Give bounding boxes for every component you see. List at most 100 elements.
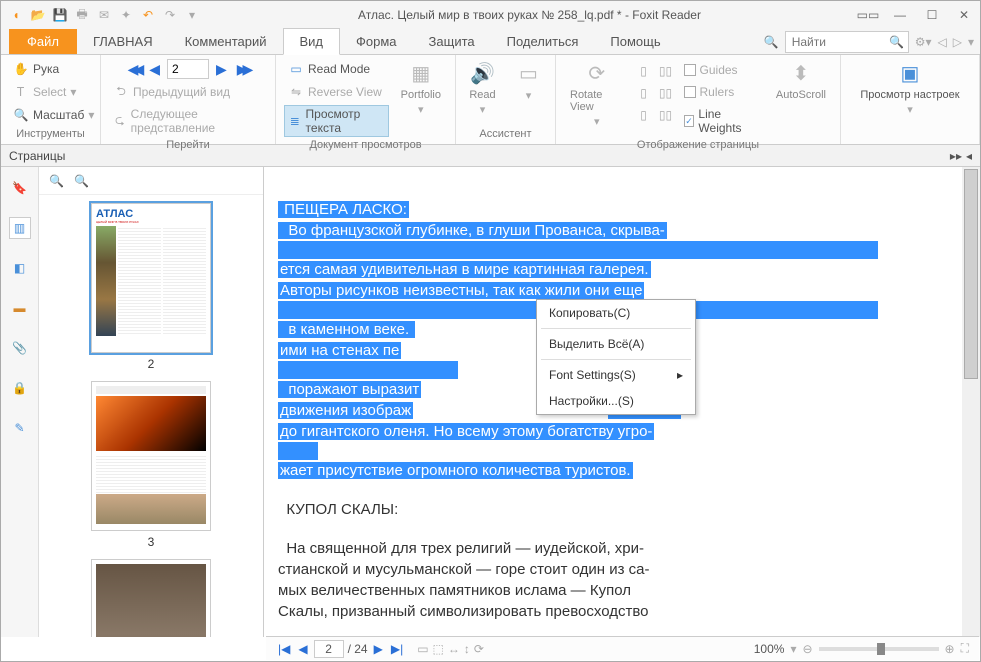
signatures-tab[interactable]: ✎ [9, 417, 31, 439]
sb-fullscreen-icon[interactable]: ⛶ [961, 641, 969, 656]
sb-zoom-in[interactable]: ⊕ [945, 642, 955, 656]
layout3-icon[interactable]: ▯ [636, 107, 652, 123]
nav-more-icon[interactable]: ▾ [968, 35, 974, 49]
first-page-button[interactable]: ◀◀ [125, 61, 143, 78]
tab-comment[interactable]: Комментарий [169, 29, 283, 54]
sb-page-input[interactable]: 2 [314, 640, 344, 658]
thumbnail-page-2[interactable]: АТЛАС ЦЕЛЫЙ МИР В ТВОИХ РУКАХ [91, 203, 211, 353]
scrollbar-thumb[interactable] [964, 169, 978, 379]
paperclip-icon: 📎 [12, 341, 27, 355]
sb-layout4-icon[interactable]: ↕ [464, 642, 470, 656]
ctx-settings[interactable]: Настройки...(S) [537, 388, 695, 414]
open-icon[interactable]: 📂 [29, 6, 47, 24]
lineweights-toggle[interactable]: ✓Line Weights [680, 105, 764, 137]
qat-dropdown-icon[interactable]: ▾ [183, 6, 201, 24]
window-title: Атлас. Целый мир в твоих руках № 258_lq.… [201, 8, 858, 22]
layout2-icon[interactable]: ▯ [636, 85, 652, 101]
nav-fwd-icon[interactable]: ▷ [953, 35, 962, 49]
page-number-input[interactable] [167, 59, 209, 79]
search-box[interactable]: 🔍 [785, 31, 909, 53]
ctx-font-settings[interactable]: Font Settings(S)▸ [537, 362, 695, 388]
tab-help[interactable]: Помощь [594, 29, 676, 54]
search-icon[interactable]: 🔍 [886, 35, 908, 49]
bookmark-icon: 🔖 [12, 181, 27, 195]
assist-extra-button[interactable]: ▭▾ [509, 59, 549, 102]
prev-page-button[interactable]: ◀ [146, 61, 163, 78]
layout4-icon[interactable]: ▯▯ [658, 63, 674, 79]
tab-form[interactable]: Форма [340, 29, 413, 54]
pages-icon: ▥ [14, 221, 25, 235]
layout5-icon[interactable]: ▯▯ [658, 85, 674, 101]
layout6-icon[interactable]: ▯▯ [658, 107, 674, 123]
nav-back-icon[interactable]: ◁ [938, 35, 947, 49]
ribbon-toggle-icon[interactable]: ▭▭ [858, 8, 878, 22]
panel-collapse-icon[interactable]: ▸▸ [950, 149, 962, 163]
reverse-view-button[interactable]: ⇋Reverse View [284, 82, 389, 102]
mail-icon[interactable]: ✉ [95, 6, 113, 24]
attachments-tab[interactable]: 📎 [9, 337, 31, 359]
tab-share[interactable]: Поделиться [491, 29, 595, 54]
sb-next-page[interactable]: ▶ [372, 642, 385, 656]
security-tab[interactable]: 🔒 [9, 377, 31, 399]
rulers-toggle[interactable]: Rulers [680, 83, 764, 101]
search-input[interactable] [786, 35, 886, 49]
bookmarks-tab[interactable]: 🔖 [9, 177, 31, 199]
select-tool[interactable]: ᎢSelect▾ [9, 82, 98, 102]
close-button[interactable]: ✕ [954, 8, 974, 22]
sb-first-page[interactable]: |◀ [276, 642, 292, 656]
guides-toggle[interactable]: Guides [680, 61, 764, 79]
reverse-icon: ⇋ [288, 84, 304, 100]
portfolio-button[interactable]: ▦ Portfolio▾ [395, 59, 447, 116]
file-tab[interactable]: Файл [9, 29, 77, 54]
read-aloud-button[interactable]: 🔊Read▾ [463, 59, 503, 116]
sb-layout1-icon[interactable]: ▭ [417, 642, 428, 656]
thumb-zoom-out-icon[interactable]: 🔍 [74, 174, 89, 188]
read-mode-button[interactable]: ▭Read Mode [284, 59, 389, 79]
thumbnails-scroll[interactable]: АТЛАС ЦЕЛЫЙ МИР В ТВОИХ РУКАХ 2 3 [39, 195, 263, 637]
next-page-button[interactable]: ▶ [213, 61, 230, 78]
sb-zoom-dropdown[interactable]: ▾ [790, 642, 796, 656]
sb-prev-page[interactable]: ◀ [296, 642, 309, 656]
autoscroll-button[interactable]: ⬍AutoScroll [770, 59, 832, 101]
tab-protect[interactable]: Защита [413, 29, 491, 54]
slider-knob[interactable] [877, 643, 885, 655]
folder-search-icon[interactable]: 🔍 [764, 35, 779, 49]
rotate-icon: ⟳ [583, 59, 611, 87]
print-icon[interactable]: 🖶 [73, 6, 91, 24]
layers-tab[interactable]: ◧ [9, 257, 31, 279]
thumbnail-page-3[interactable] [91, 381, 211, 531]
text-view-button[interactable]: ≣Просмотр текста [284, 105, 389, 137]
panel-menu-icon[interactable]: ◂ [966, 149, 972, 163]
layout1-icon[interactable]: ▯ [636, 63, 652, 79]
tab-view[interactable]: Вид [283, 28, 341, 55]
gear-icon[interactable]: ⚙▾ [915, 35, 932, 49]
minimize-button[interactable]: — [890, 8, 910, 22]
pages-panel-title: Страницы [9, 149, 65, 163]
sb-zoom-out[interactable]: ⊖ [802, 642, 812, 656]
thumbnail-page-4[interactable] [91, 559, 211, 637]
thumb-zoom-in-icon[interactable]: 🔍 [49, 174, 64, 188]
last-page-button[interactable]: ▶▶ [234, 61, 252, 78]
view-settings-button[interactable]: ▣Просмотр настроек▾ [854, 59, 965, 116]
vertical-scrollbar[interactable] [962, 167, 980, 637]
comments-tab[interactable]: ▬ [9, 297, 31, 319]
prev-view-button[interactable]: ⮌Предыдущий вид [109, 82, 267, 102]
ctx-copy[interactable]: Копировать(C) [537, 300, 695, 326]
pages-tab[interactable]: ▥ [9, 217, 31, 239]
sb-last-page[interactable]: ▶| [389, 642, 405, 656]
sparkle-icon[interactable]: ✦ [117, 6, 135, 24]
undo-icon[interactable]: ↶ [139, 6, 157, 24]
tab-home[interactable]: ГЛАВНАЯ [77, 29, 169, 54]
hand-tool[interactable]: ✋Рука [9, 59, 98, 79]
sb-layout5-icon[interactable]: ⟳ [474, 642, 484, 656]
rotate-view-button[interactable]: ⟳Rotate View▾ [564, 59, 630, 128]
sb-layout3-icon[interactable]: ↔ [448, 642, 460, 656]
save-icon[interactable]: 💾 [51, 6, 69, 24]
sb-layout2-icon[interactable]: ⬚ [433, 642, 444, 656]
zoom-tool[interactable]: 🔍Масштаб▾ [9, 105, 98, 125]
redo-icon[interactable]: ↷ [161, 6, 179, 24]
ctx-select-all[interactable]: Выделить Всё(A) [537, 331, 695, 357]
next-view-button[interactable]: ⮎Следующее представление [109, 105, 267, 137]
maximize-button[interactable]: ☐ [922, 8, 942, 22]
sb-zoom-slider[interactable] [819, 647, 939, 651]
